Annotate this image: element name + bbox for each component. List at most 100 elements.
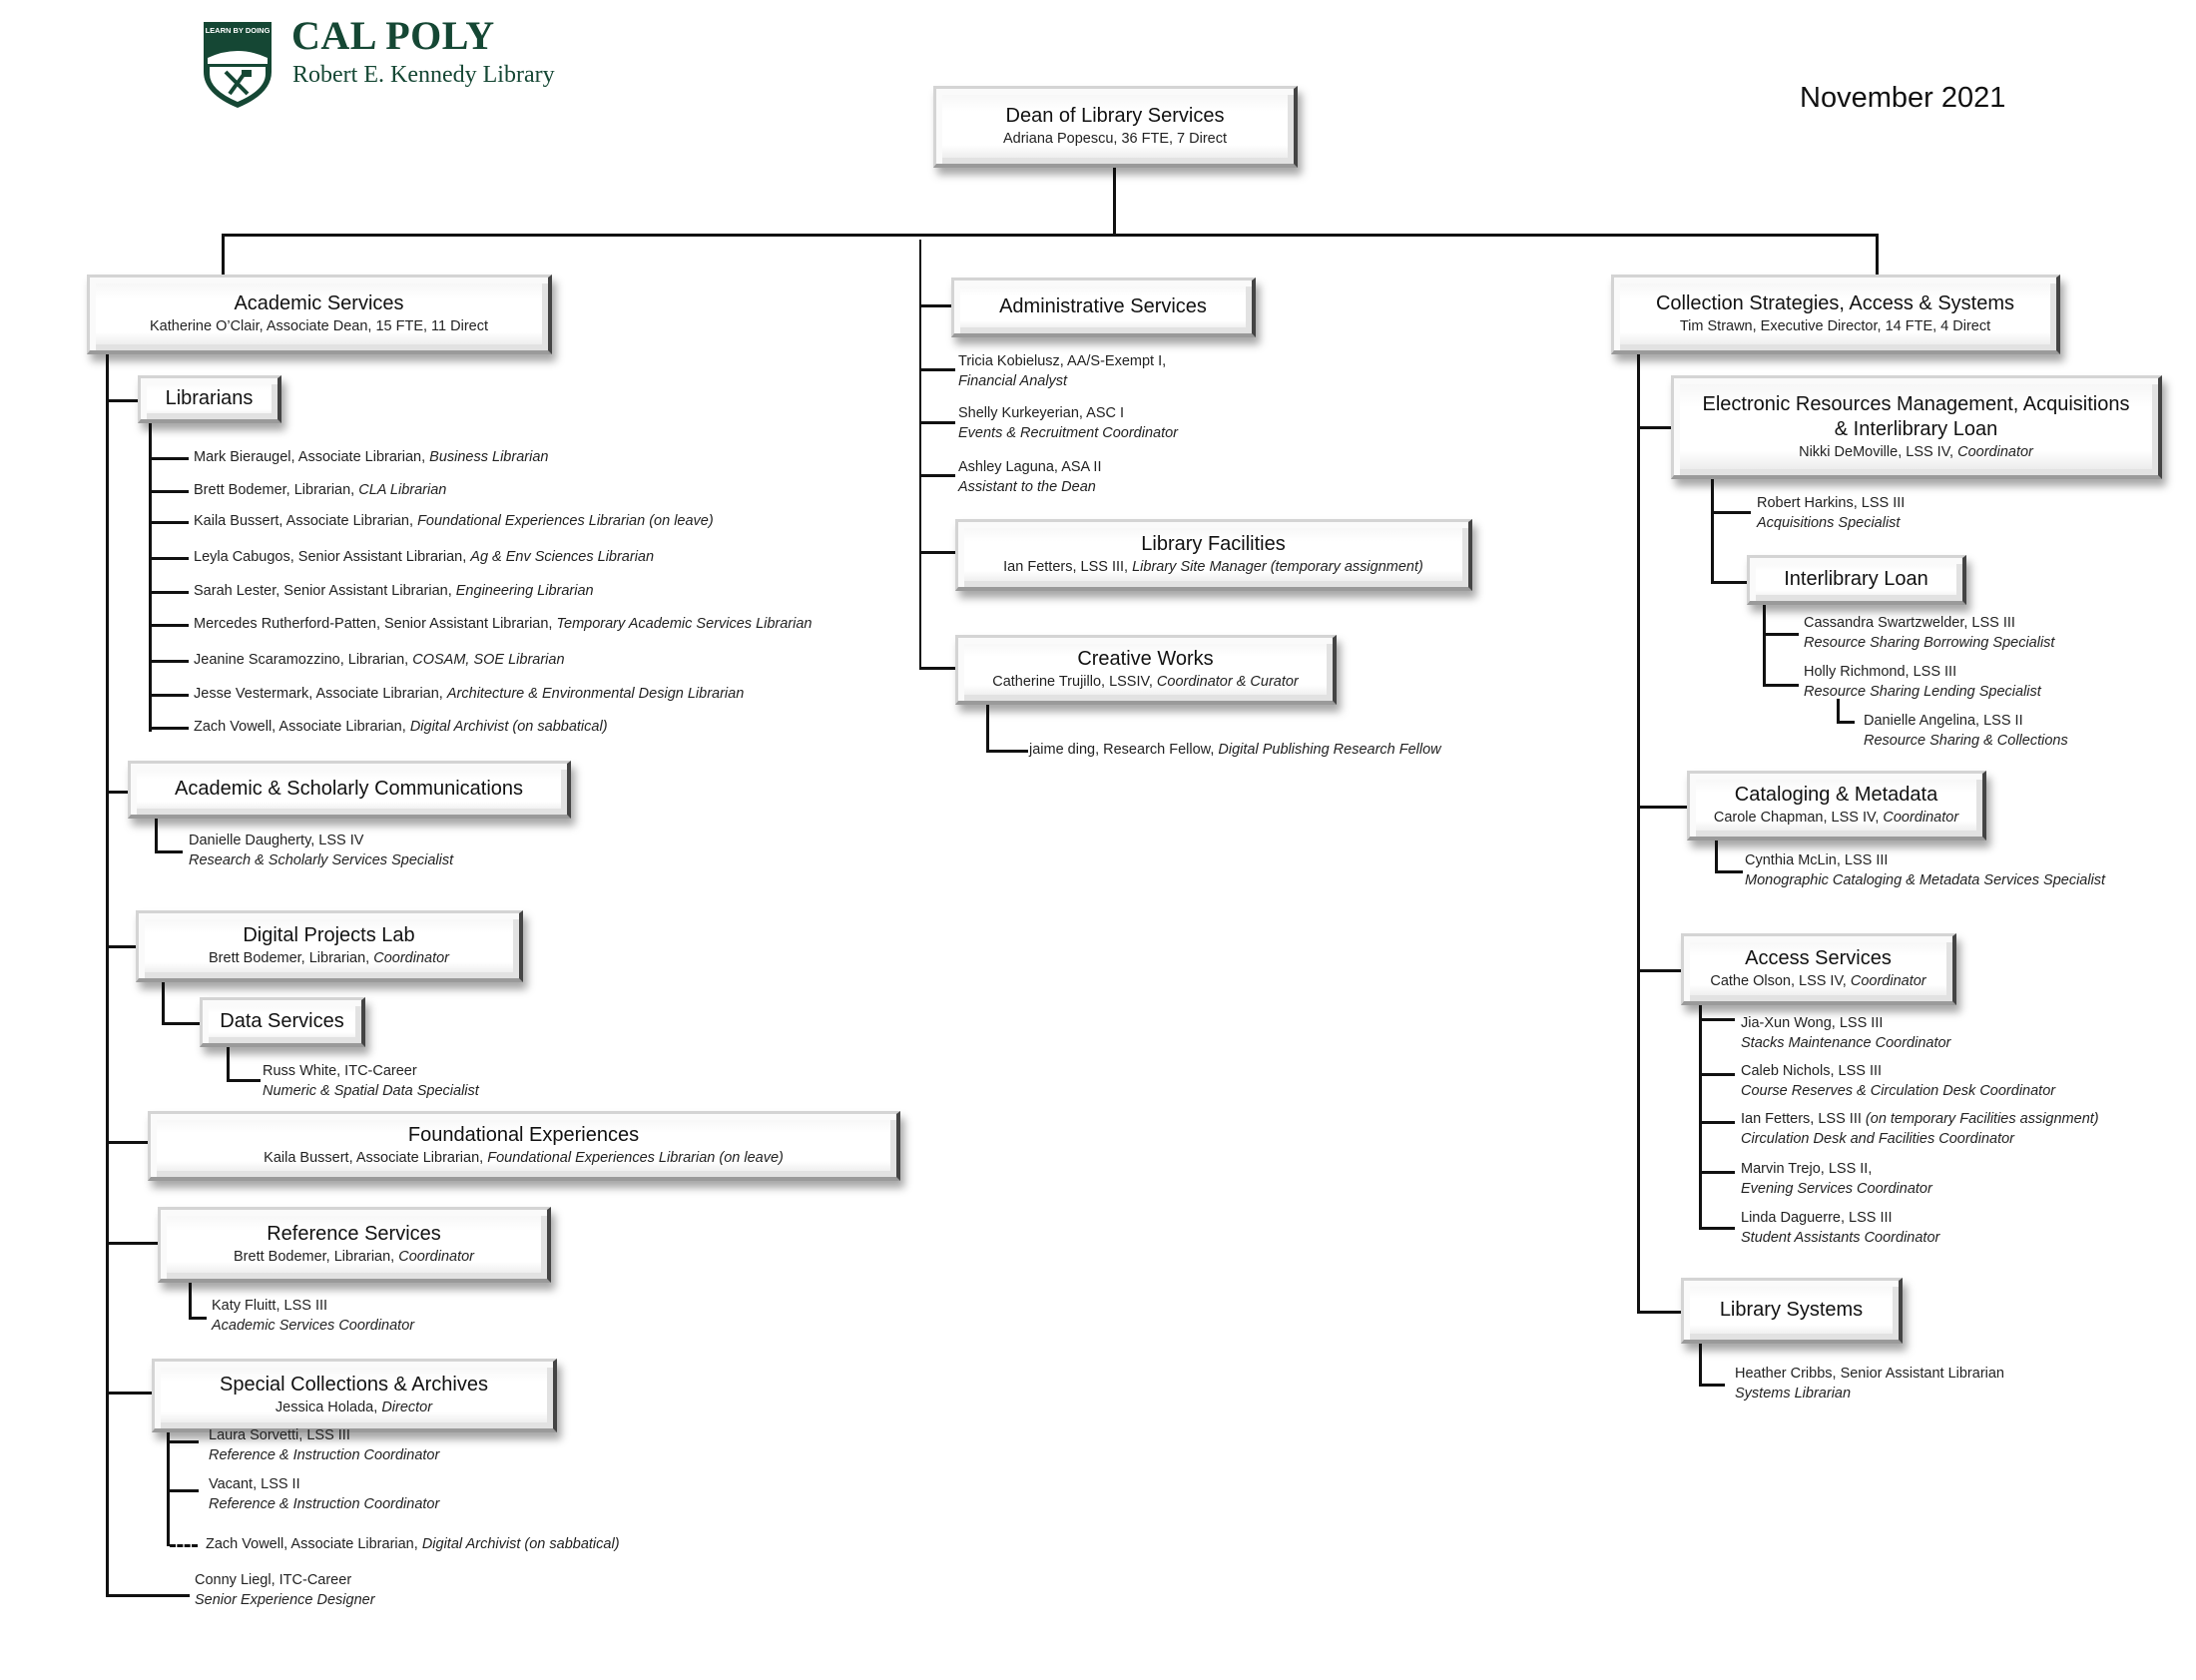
connector [167, 1489, 199, 1492]
connector [1699, 1005, 1702, 1229]
connector [1637, 969, 1683, 972]
connector [149, 624, 189, 627]
box-title: Data Services [220, 1010, 344, 1032]
librarian-entry: Jesse Vestermark, Associate Librarian, A… [194, 686, 745, 702]
box-title: Reference Services [267, 1223, 441, 1245]
creative-works-box[interactable]: Creative Works Catherine Trujillo, LSSIV… [955, 635, 1337, 705]
access-staff-entry: Marvin Trejo, LSS II, Evening Services Co… [1741, 1161, 1932, 1197]
box-title: Collection Strategies, Access & Systems [1655, 292, 2015, 314]
data-services-box[interactable]: Data Services [200, 997, 365, 1047]
connector [1876, 234, 1879, 276]
person-entry-dotted: Zach Vowell, Associate Librarian, Digita… [206, 1536, 620, 1552]
connector [149, 457, 189, 460]
connector [149, 423, 152, 732]
librarian-entry: Mark Bieraugel, Associate Librarian, Bus… [194, 449, 549, 465]
logo-wordmark: CAL POLY [291, 13, 495, 58]
box-title: Librarians [165, 387, 254, 409]
box-subtitle: Carole Chapman, LSS IV, Coordinator [1713, 810, 1959, 826]
box-title: Academic & Scholarly Communications [174, 778, 524, 800]
logo-subtitle: Robert E. Kennedy Library [292, 62, 555, 88]
box-title-line2: & Interlibrary Loan [1834, 417, 1998, 440]
person-entry: Tricia Kobielusz, AA/S-Exempt I, Financia… [958, 353, 1167, 389]
connector [149, 591, 189, 594]
person-entry: Cynthia McLin, LSS III Monographic Catalo… [1745, 852, 2106, 888]
connector [919, 304, 953, 307]
connector [1699, 1171, 1735, 1174]
connector [167, 1440, 199, 1443]
connector [1699, 1227, 1735, 1230]
erm-box[interactable]: Electronic Resources Management, Acquisi… [1671, 375, 2162, 479]
academic-services-box[interactable]: Academic Services Katherine O’Clair, Ass… [87, 275, 552, 354]
librarian-entry: Zach Vowell, Associate Librarian, Digita… [194, 719, 608, 735]
connector [1637, 1311, 1683, 1314]
access-staff-entry: Jia-Xun Wong, LSS III Stacks Maintenance … [1741, 1015, 1951, 1051]
box-subtitle: Cathe Olson, LSS IV, Coordinator [1710, 973, 1926, 989]
connector [1699, 1121, 1735, 1124]
library-facilities-box[interactable]: Library Facilities Ian Fetters, LSS III,… [955, 519, 1472, 591]
reference-services-box[interactable]: Reference Services Brett Bodemer, Librar… [158, 1207, 551, 1283]
connector [106, 1392, 154, 1395]
box-title: Foundational Experiences [407, 1124, 640, 1146]
box-title: Creative Works [1077, 648, 1214, 670]
librarian-entry: Leyla Cabugos, Senior Assistant Libraria… [194, 549, 655, 565]
box-subtitle: Brett Bodemer, Librarian, Coordinator [209, 950, 449, 966]
connector [149, 490, 189, 493]
box-title: Digital Projects Lab [243, 924, 415, 946]
access-staff-entry: Linda Daguerre, LSS III Student Assistant… [1741, 1210, 1940, 1246]
foundational-experiences-box[interactable]: Foundational Experiences Kaila Bussert, … [148, 1111, 900, 1181]
box-subtitle: Nikki DeMoville, LSS IV, Coordinator [1799, 443, 2033, 460]
connector [149, 727, 189, 730]
box-title: Administrative Services [999, 295, 1207, 317]
box-title: Special Collections & Archives [219, 1374, 488, 1396]
person-entry: Danielle Angelina, LSS II Resource Sharin… [1864, 713, 2068, 749]
connector [919, 421, 955, 424]
person-entry: Robert Harkins, LSS III Acquisitions Spec… [1757, 495, 1906, 531]
digital-projects-lab-box[interactable]: Digital Projects Lab Brett Bodemer, Libr… [136, 910, 523, 982]
person-entry: Russ White, ITC-Career Numeric & Spatial … [263, 1063, 479, 1099]
box-subtitle: Adriana Popescu, 36 FTE, 7 Direct [1002, 131, 1228, 147]
box-subtitle: Ian Fetters, LSS III, Library Site Manag… [1003, 559, 1423, 575]
interlibrary-loan-box[interactable]: Interlibrary Loan [1747, 555, 1966, 605]
connector [1699, 1073, 1735, 1076]
chart-date: November 2021 [1800, 82, 2006, 114]
connector [162, 982, 165, 1024]
connector [1715, 870, 1743, 873]
access-staff-entry: Ian Fetters, LSS III (on temporary Facil… [1741, 1111, 2099, 1147]
person-entry: Laura Sorvetti, LSS III Reference & Instr… [209, 1427, 440, 1463]
connector [106, 1141, 150, 1144]
dotted-connector [170, 1544, 198, 1547]
access-services-box[interactable]: Access Services Cathe Olson, LSS IV, Coo… [1681, 933, 1956, 1005]
connector [1763, 684, 1799, 687]
librarian-entry: Sarah Lester, Senior Assistant Librarian… [194, 583, 594, 599]
cataloging-metadata-box[interactable]: Cataloging & Metadata Carole Chapman, LS… [1687, 771, 1986, 840]
connector [1715, 840, 1718, 872]
connector [106, 399, 140, 402]
connector [189, 1283, 192, 1319]
box-title: Access Services [1745, 947, 1892, 969]
library-systems-box[interactable]: Library Systems [1681, 1278, 1903, 1344]
connector [162, 1022, 202, 1025]
connector [106, 1242, 160, 1245]
connector [919, 667, 957, 670]
connector [227, 1047, 230, 1081]
connector [149, 521, 189, 524]
collection-strategies-box[interactable]: Collection Strategies, Access & Systems … [1611, 275, 2060, 354]
administrative-services-box[interactable]: Administrative Services [951, 278, 1256, 337]
connector [986, 750, 1028, 753]
dean-box[interactable]: Dean of Library Services Adriana Popescu… [933, 86, 1298, 168]
connector [1711, 479, 1714, 583]
shield-icon: LEARN BY DOING [204, 22, 272, 108]
special-collections-box[interactable]: Special Collections & Archives Jessica H… [152, 1359, 557, 1432]
connector [1763, 633, 1799, 636]
connector [1637, 806, 1689, 809]
connector [155, 850, 183, 853]
box-title: Library Facilities [1141, 533, 1286, 555]
connector [1637, 426, 1673, 429]
person-entry: jaime ding, Research Fellow, Digital Pub… [1029, 742, 1441, 758]
scholarly-communications-box[interactable]: Academic & Scholarly Communications [128, 761, 571, 819]
librarian-entry: Brett Bodemer, Librarian, CLA Librarian [194, 482, 447, 498]
librarians-box[interactable]: Librarians [138, 375, 281, 423]
person-entry: Ashley Laguna, ASA II Assistant to the De… [958, 459, 1102, 495]
librarian-entry: Kaila Bussert, Associate Librarian, Foun… [194, 513, 714, 529]
person-entry: Shelly Kurkeyerian, ASC I Events & Recrui… [958, 405, 1179, 441]
